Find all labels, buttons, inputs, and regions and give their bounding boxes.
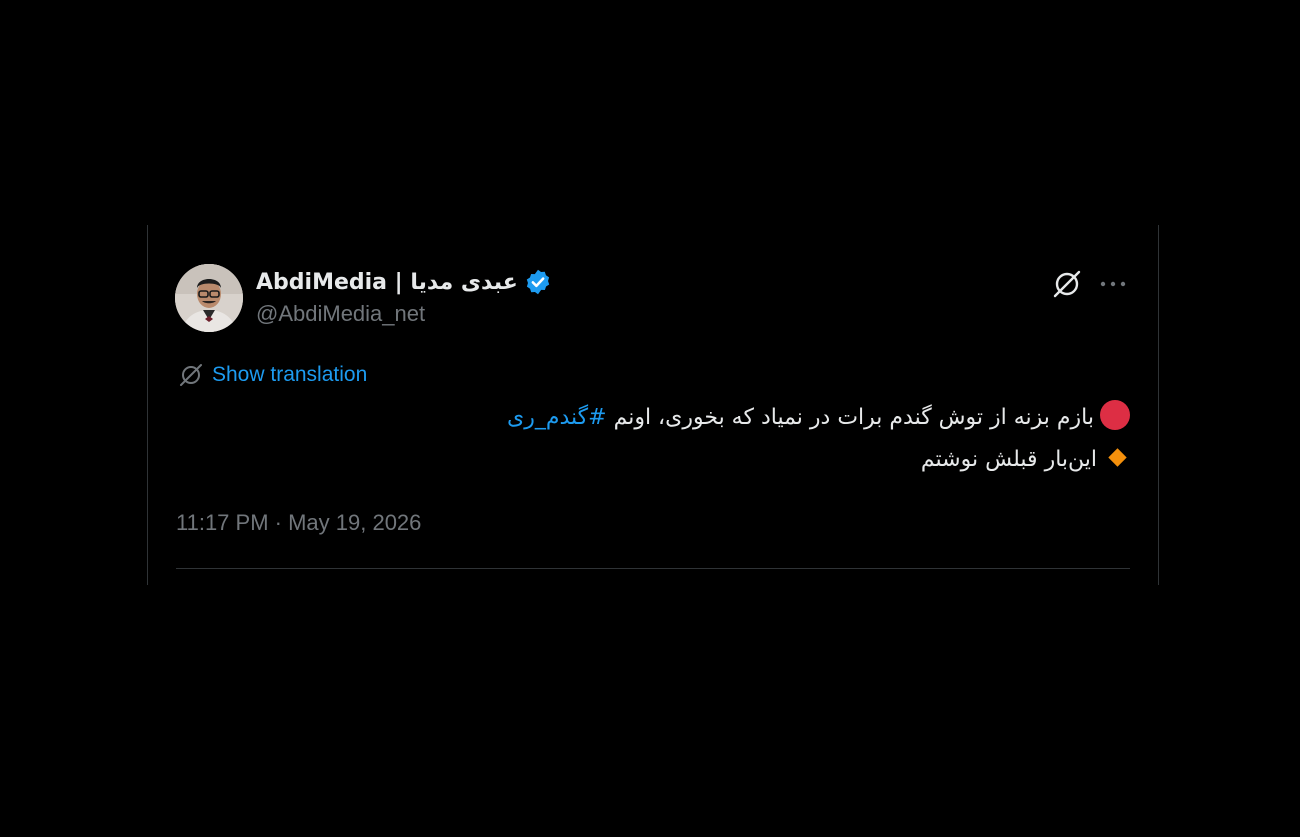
tweet-card: AbdiMedia | عبدی مدیا @AbdiMedia_net Sho… [147,225,1159,585]
tweet-timestamp[interactable]: 11:17 PM · May 19, 2026 [176,510,421,536]
show-translation-button[interactable]: Show translation [178,362,367,388]
author-display-name[interactable]: AbdiMedia | عبدی مدیا [256,270,518,295]
show-translation-label[interactable]: Show translation [212,363,367,387]
tweet-author: AbdiMedia | عبدی مدیا @AbdiMedia_net [256,265,552,327]
author-name-row: AbdiMedia | عبدی مدیا [256,265,552,299]
divider [176,568,1130,569]
orange-diamond-icon [1108,447,1127,467]
tweet-top-actions [1050,267,1130,301]
more-options-icon[interactable] [1096,267,1130,301]
author-handle[interactable]: @AbdiMedia_net [256,301,552,327]
tweet-text: بازم بزنه از توش گندم برات در نمیاد که ب… [170,397,1130,481]
tweet-text-line-2: این‌بار قبلش نوشتم [170,439,1130,481]
avatar[interactable] [175,264,243,332]
tweet-text-line-2-content: این‌بار قبلش نوشتم [920,447,1097,472]
hashtag-link[interactable]: #گندم_ری [507,405,607,430]
translate-icon [178,362,204,388]
red-circle-icon [1100,400,1130,430]
tweet-text-line-1: بازم بزنه از توش گندم برات در نمیاد که ب… [170,397,1130,439]
grok-icon[interactable] [1050,267,1084,301]
tweet-text-line-1-content: بازم بزنه از توش گندم برات در نمیاد که ب… [613,405,1094,430]
verified-badge-icon[interactable] [524,268,552,296]
